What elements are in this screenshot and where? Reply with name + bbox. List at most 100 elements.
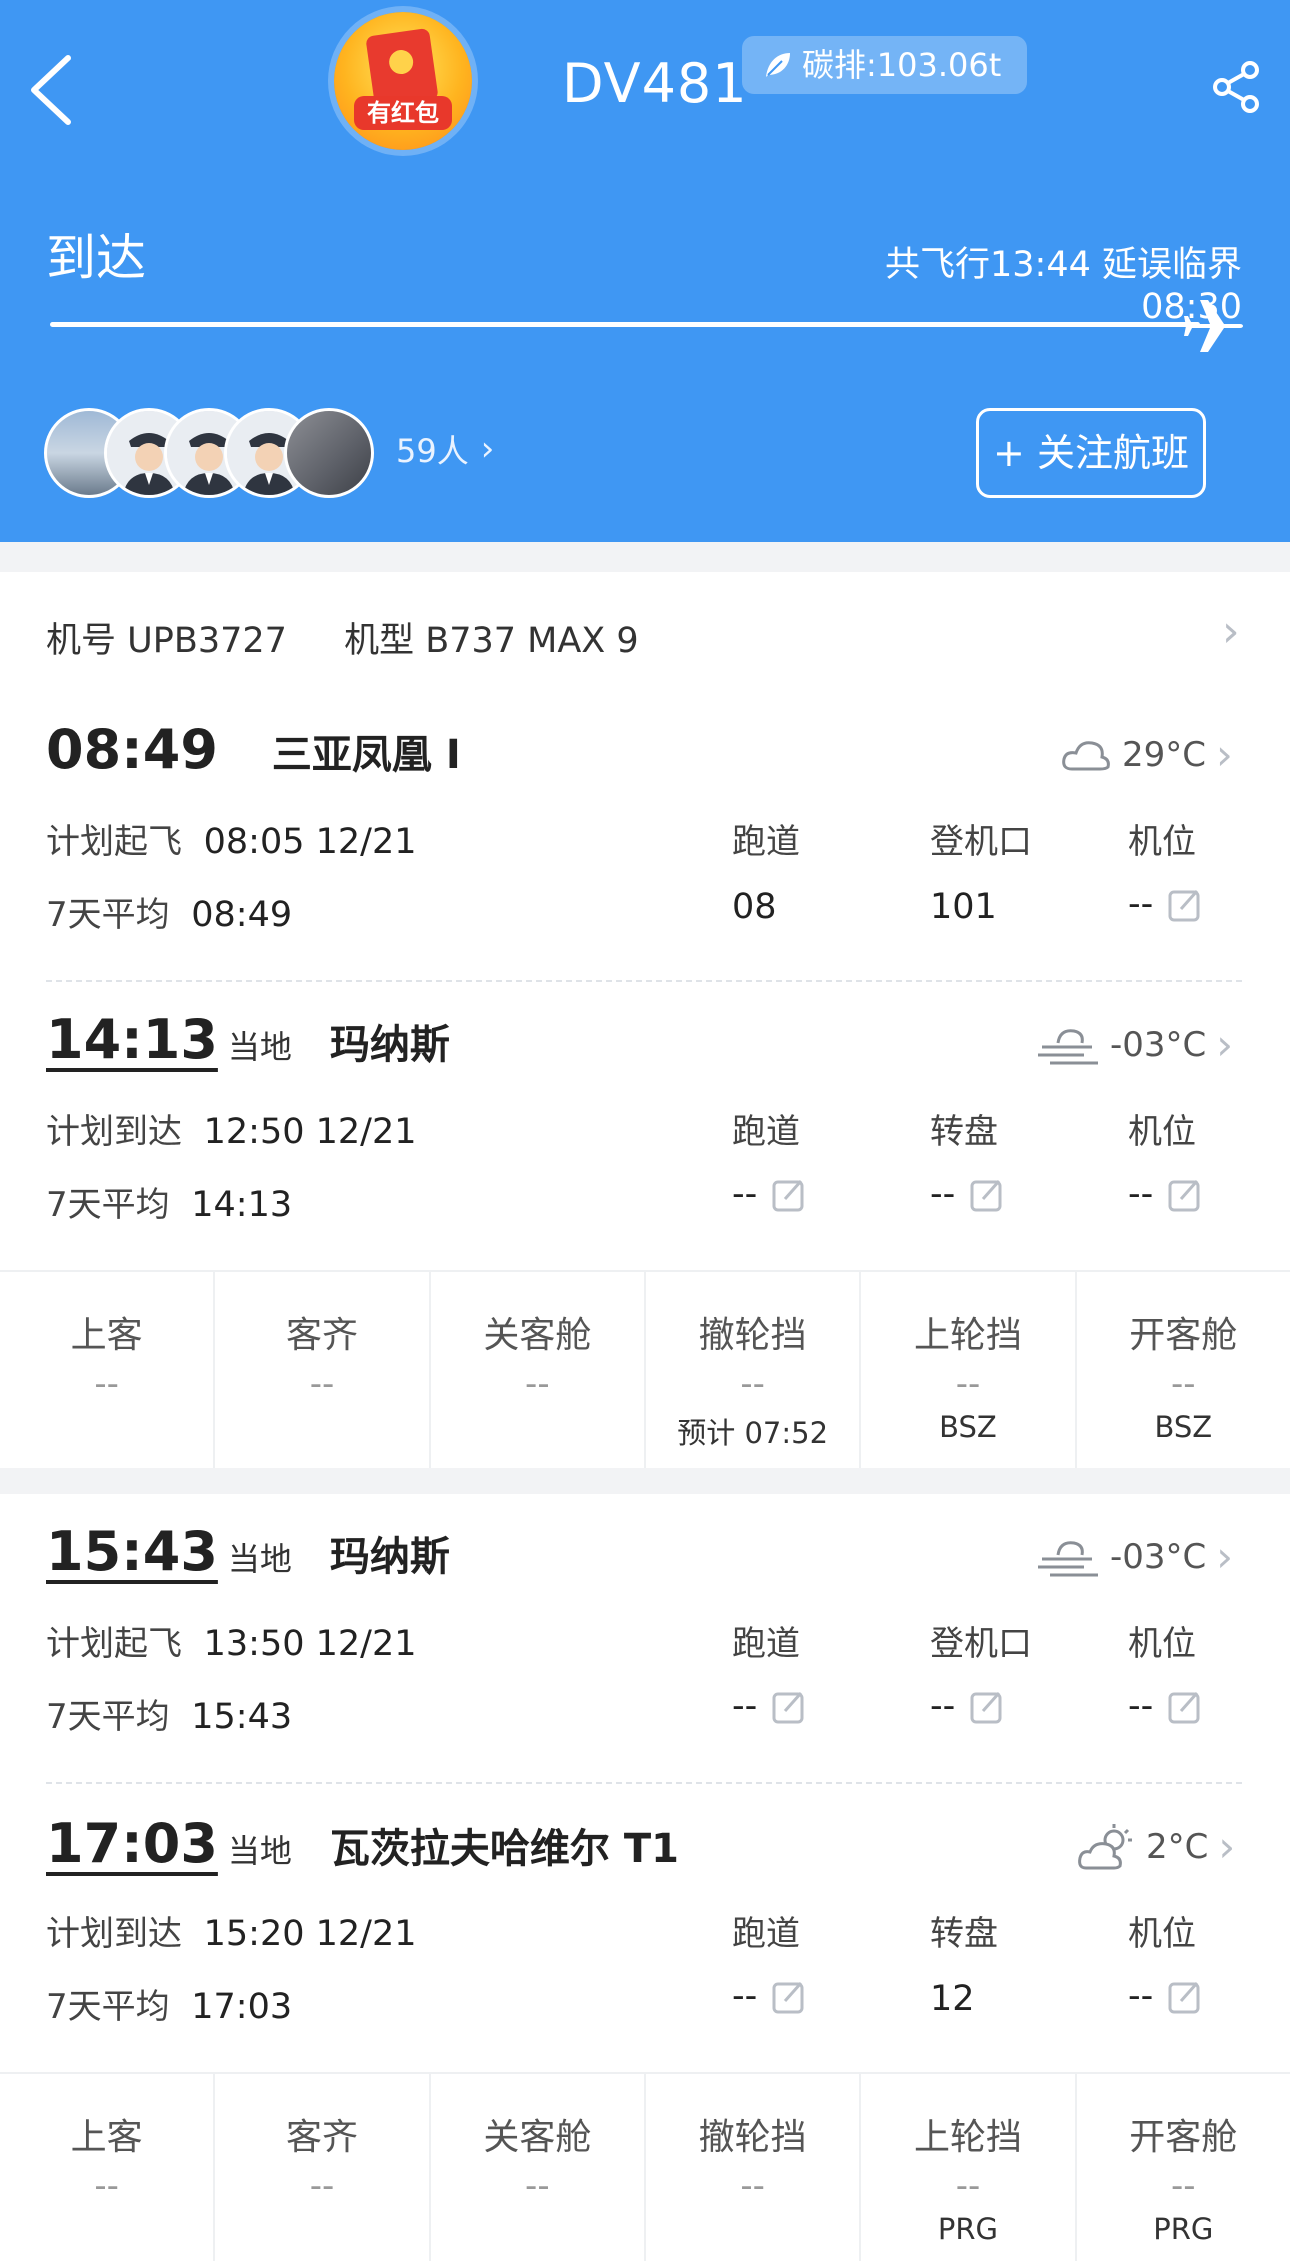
aircraft-info[interactable]: 机号 UPB3727 机型 B737 MAX 9: [46, 612, 685, 663]
col-label: 转盘: [930, 1914, 998, 1954]
chevron-right-icon: ›: [1216, 730, 1233, 779]
followers-count-text: 59人: [396, 432, 469, 470]
avg-time: 14:13: [191, 1185, 293, 1225]
chevron-right-icon: ›: [1216, 1532, 1234, 1581]
arr-time: 17:03: [46, 1812, 218, 1875]
gate-field[interactable]: --: [930, 1686, 1005, 1726]
aircraft-type: 机型 B737 MAX 9: [344, 621, 639, 661]
edit-icon[interactable]: [771, 1177, 807, 1213]
fog-icon: [1038, 1028, 1098, 1064]
local-label: 当地: [227, 1832, 292, 1870]
ground-op-cell: 上客 --: [0, 1272, 216, 1468]
dep-weather[interactable]: -03°C ›: [1036, 1532, 1233, 1581]
edit-icon[interactable]: [1167, 1689, 1203, 1725]
carbon-badge[interactable]: 碳排:103.06t: [742, 36, 1028, 94]
edit-icon[interactable]: [969, 1689, 1005, 1725]
arr-temp: 2°C: [1146, 1826, 1209, 1867]
edit-icon[interactable]: [1167, 1177, 1203, 1213]
carousel-field[interactable]: --: [930, 1174, 1005, 1214]
avg-time: 08:49: [191, 895, 293, 935]
chevron-right-icon: ›: [480, 429, 495, 469]
arr-weather[interactable]: 2°C ›: [1076, 1822, 1235, 1871]
ground-op-cell: 撤轮挡 -- 预计 07:52: [646, 1272, 862, 1468]
plan-time: 08:05 12/21: [203, 822, 417, 862]
follow-flight-button[interactable]: + 关注航班: [976, 408, 1206, 498]
chevron-right-icon: ›: [1218, 1822, 1236, 1871]
followers-count[interactable]: 59人 ›: [396, 426, 494, 472]
col-label: 机位: [1128, 1624, 1196, 1664]
leaf-icon: [766, 53, 790, 77]
share-icon[interactable]: [1210, 60, 1264, 114]
dashed-divider: [46, 980, 1242, 982]
ground-op-cell: 关客舱 --: [431, 2074, 646, 2261]
runway-field[interactable]: --: [732, 1976, 807, 2016]
avg-label-row: 7天平均 14:13: [46, 1185, 293, 1225]
runway-field[interactable]: --: [732, 1174, 807, 1214]
plan-time: 12:50 12/21: [203, 1112, 417, 1152]
stand-field[interactable]: --: [1128, 1686, 1203, 1726]
dep-time: 15:43: [46, 1520, 218, 1583]
plan-time: 15:20 12/21: [203, 1914, 417, 1954]
flight-header: 有红包 DV481 碳排:103.06t 到达 共飞行13:44 延误临界 08…: [0, 0, 1290, 542]
avg-label-row: 7天平均 15:43: [46, 1697, 293, 1737]
plan-label-row: 计划起飞 08:05 12/21: [46, 822, 417, 862]
edit-icon[interactable]: [969, 1177, 1005, 1213]
back-arrow-icon[interactable]: [24, 50, 80, 130]
flight-progress-bar: [50, 322, 1200, 327]
avg-label-row: 7天平均 08:49: [46, 895, 293, 935]
leg1-arr-header: 14:13 当地 玛纳斯: [46, 1008, 450, 1071]
leg2-arr-header: 17:03 当地 瓦茨拉夫哈维尔 T1: [46, 1812, 679, 1875]
dep-temp: -03°C: [1110, 1536, 1207, 1577]
dashed-divider: [46, 1782, 1242, 1784]
gate-value: 101: [930, 887, 997, 927]
carbon-text: 碳排:103.06t: [802, 46, 1002, 84]
arr-airport: 瓦茨拉夫哈维尔 T1: [329, 1826, 679, 1872]
red-packet-label: 有红包: [354, 96, 452, 130]
dep-temp: 29°C: [1122, 734, 1207, 775]
ground-op-cell: 撤轮挡 --: [646, 2074, 862, 2261]
dep-airport: 三亚凤凰 I: [271, 732, 461, 778]
carousel-value: 12: [930, 1979, 975, 2019]
avatar: [284, 408, 374, 498]
ground-op-cell: 上客 --: [0, 2074, 216, 2261]
stand-field[interactable]: --: [1128, 884, 1203, 924]
stand-field[interactable]: --: [1128, 1976, 1203, 2016]
ground-op-cell: 上轮挡 -- BSZ: [861, 1272, 1077, 1468]
edit-icon[interactable]: [1167, 1979, 1203, 2015]
edit-icon[interactable]: [771, 1979, 807, 2015]
edit-icon[interactable]: [1167, 887, 1203, 923]
avg-label-row: 7天平均 17:03: [46, 1987, 293, 2027]
edit-icon[interactable]: [771, 1689, 807, 1725]
stand-field[interactable]: --: [1128, 1174, 1203, 1214]
avg-time: 15:43: [191, 1697, 293, 1737]
ground-op-cell: 上轮挡 -- PRG: [861, 2074, 1077, 2261]
flight-duration-info: 共飞行13:44 延误临界 08:30: [885, 245, 1242, 327]
arr-time: 14:13: [46, 1008, 218, 1071]
col-label: 登机口: [930, 822, 1032, 862]
red-packet-badge[interactable]: 有红包: [334, 12, 472, 150]
dep-weather[interactable]: 29°C ›: [1060, 730, 1233, 779]
airplane-icon: [1184, 300, 1243, 352]
col-label: 机位: [1128, 822, 1196, 862]
arr-temp: -03°C: [1110, 1024, 1207, 1065]
dep-time: 08:49: [46, 718, 218, 781]
partly-cloudy-icon: [1078, 1823, 1132, 1869]
leg1-dep-header: 08:49 三亚凤凰 I: [46, 718, 461, 781]
plan-label-row: 计划到达 15:20 12/21: [46, 1914, 417, 1954]
fog-icon: [1038, 1540, 1098, 1576]
flight-status: 到达: [46, 229, 146, 287]
leg2-ground-ops: 上客 -- 客齐 -- 关客舱 -- 撤轮挡 -- 上轮挡 -- PRG 开客舱 -- PRG: [0, 2072, 1290, 2261]
ground-op-cell: 关客舱 --: [431, 1272, 646, 1468]
chevron-right-icon[interactable]: ›: [1222, 606, 1240, 657]
col-label: 机位: [1128, 1914, 1196, 1954]
runway-field[interactable]: --: [732, 1686, 807, 1726]
local-label: 当地: [227, 1540, 292, 1578]
plan-label-row: 计划到达 12:50 12/21: [46, 1112, 417, 1152]
leg1-ground-ops: 上客 -- 客齐 -- 关客舱 -- 撤轮挡 -- 预计 07:52 上轮挡 -- BSZ 开…: [0, 1270, 1290, 1468]
arr-weather[interactable]: -03°C ›: [1036, 1020, 1233, 1069]
col-label: 机位: [1128, 1112, 1196, 1152]
chevron-right-icon: ›: [1216, 1020, 1234, 1069]
col-label: 跑道: [732, 1914, 800, 1954]
leg2-dep-header: 15:43 当地 玛纳斯: [46, 1520, 450, 1583]
flight-number: DV481: [562, 52, 748, 115]
